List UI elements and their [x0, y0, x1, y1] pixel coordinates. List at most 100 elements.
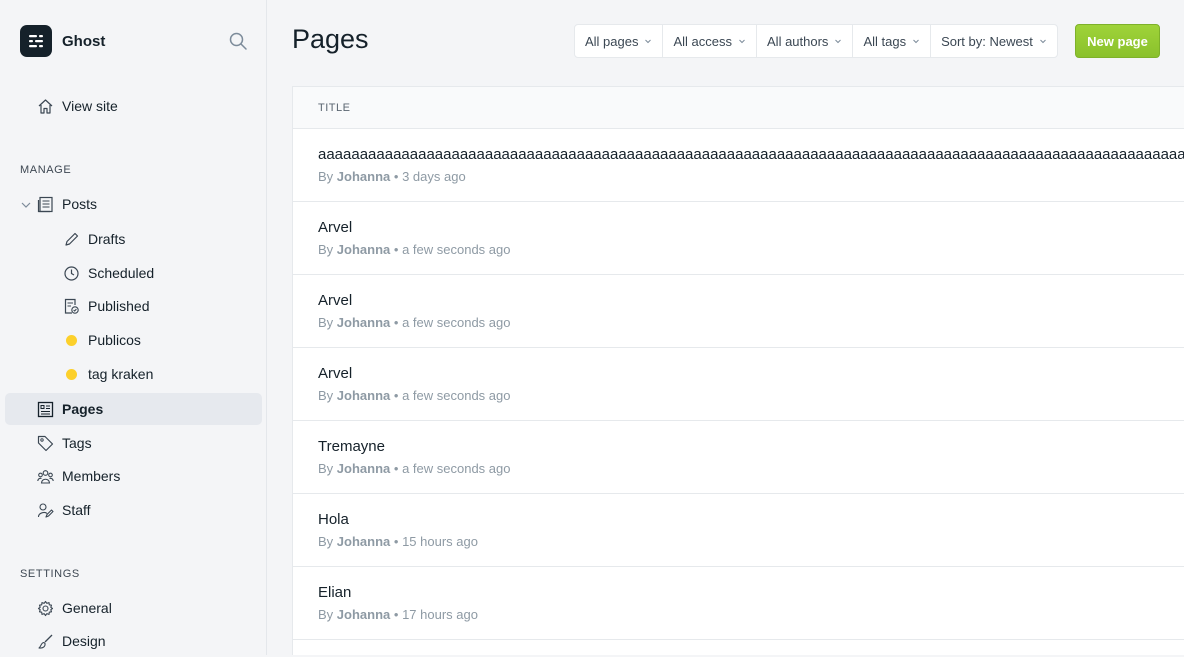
sidebar-item-view-site[interactable]: View site: [5, 90, 262, 122]
row-time: a few seconds ago: [402, 242, 511, 257]
table-row[interactable]: Arvel By Johanna • a few seconds ago: [293, 275, 1184, 348]
sidebar-item-label: View site: [62, 98, 118, 114]
sidebar-item-staff[interactable]: Staff: [5, 494, 262, 526]
row-title: Hola: [318, 511, 349, 528]
row-by-label: By: [318, 461, 334, 476]
row-meta: By Johanna • 17 hours ago: [318, 607, 1184, 622]
sort-dropdown[interactable]: Sort by: Newest: [931, 25, 1057, 57]
table-row[interactable]: aaaaaaaaaaaaaaaaaaaaaaaaaaaaaaaaaaaaaaaa…: [293, 129, 1184, 202]
row-time: 3 days ago: [402, 169, 466, 184]
sidebar-item-published[interactable]: Published: [5, 290, 262, 322]
filter-tags-dropdown[interactable]: All tags: [853, 25, 932, 57]
row-author: Johanna: [336, 607, 391, 622]
sidebar-item-members[interactable]: Members: [5, 460, 262, 492]
posts-icon: [36, 195, 54, 213]
new-page-button[interactable]: New page: [1075, 24, 1160, 58]
manage-section-label: MANAGE: [20, 164, 72, 176]
pencil-icon: [62, 230, 80, 248]
sidebar-item-label: Posts: [62, 196, 98, 212]
row-time: a few seconds ago: [402, 461, 511, 476]
row-separator: •: [393, 242, 399, 257]
brand[interactable]: Ghost: [20, 25, 105, 57]
pages-table: TITLE aaaaaaaaaaaaaaaaaaaaaaaaaaaaaaaaaa…: [292, 86, 1184, 655]
search-icon[interactable]: [228, 31, 248, 51]
sidebar-item-label: tag kraken: [88, 366, 154, 382]
chevron-down-icon: [645, 39, 652, 44]
filter-label: Sort by: Newest: [941, 33, 1033, 49]
table-header: TITLE: [293, 87, 1184, 129]
row-by-label: By: [318, 388, 334, 403]
sidebar-item-posts[interactable]: Posts: [5, 188, 262, 220]
filter-authors-dropdown[interactable]: All authors: [757, 25, 854, 57]
filter-pages-dropdown[interactable]: All pages: [575, 25, 664, 57]
row-by-label: By: [318, 315, 334, 330]
tag-dot-icon: [62, 365, 80, 383]
filter-label: All access: [673, 33, 733, 49]
sidebar-item-tags[interactable]: Tags: [5, 427, 262, 459]
row-title: Arvel: [318, 292, 353, 309]
filter-label: All tags: [863, 33, 907, 49]
row-author: Johanna: [336, 388, 391, 403]
row-separator: •: [393, 315, 399, 330]
sidebar-item-label: General: [62, 600, 112, 616]
table-row[interactable]: Elian By Johanna • 17 hours ago: [293, 567, 1184, 640]
filter-bar: All pages All access All authors All tag…: [574, 24, 1058, 58]
row-separator: •: [393, 607, 399, 622]
row-time: a few seconds ago: [402, 388, 511, 403]
row-separator: •: [393, 461, 399, 476]
sidebar-item-label: Members: [62, 468, 121, 484]
table-row[interactable]: Tremayne By Johanna • a few seconds ago: [293, 421, 1184, 494]
sidebar-item-label: Drafts: [88, 231, 126, 247]
chevron-down-icon: [913, 39, 919, 44]
row-title: Elian: [318, 584, 352, 601]
sidebar-item-label: Tags: [62, 435, 92, 451]
row-meta: By Johanna • a few seconds ago: [318, 242, 1184, 257]
sidebar-item-scheduled[interactable]: Scheduled: [5, 257, 262, 289]
sidebar-item-general[interactable]: General: [5, 592, 262, 624]
row-meta: By Johanna • 3 days ago: [318, 169, 1184, 184]
chevron-down-icon: [739, 39, 745, 44]
table-row[interactable]: Arvel By Johanna • a few seconds ago: [293, 348, 1184, 421]
table-row[interactable]: Arvel By Johanna • a few seconds ago: [293, 202, 1184, 275]
filter-label: All authors: [767, 33, 829, 49]
sidebar-item-label: Publicos: [88, 332, 141, 348]
clock-icon: [62, 264, 80, 282]
row-author: Johanna: [336, 169, 391, 184]
sidebar-item-pages[interactable]: Pages: [5, 393, 262, 425]
row-separator: •: [393, 169, 399, 184]
row-author: Johanna: [336, 315, 391, 330]
sidebar-item-design[interactable]: Design: [5, 625, 262, 657]
row-title: Tremayne: [318, 438, 385, 455]
row-time: 17 hours ago: [402, 607, 478, 622]
brand-name: Ghost: [62, 32, 106, 50]
row-author: Johanna: [336, 242, 391, 257]
sidebar-item-label: Published: [88, 298, 150, 314]
row-meta: By Johanna • 15 hours ago: [318, 534, 1184, 549]
gear-icon: [36, 599, 54, 617]
row-meta: By Johanna • a few seconds ago: [318, 315, 1184, 330]
row-by-label: By: [318, 607, 334, 622]
row-title: aaaaaaaaaaaaaaaaaaaaaaaaaaaaaaaaaaaaaaaa…: [318, 146, 1184, 163]
row-author: Johanna: [336, 534, 391, 549]
settings-section-label: SETTINGS: [20, 568, 80, 580]
tag-dot-icon: [62, 331, 80, 349]
row-by-label: By: [318, 169, 334, 184]
home-icon: [36, 97, 54, 115]
sidebar-item-label: Design: [62, 633, 106, 649]
row-time: a few seconds ago: [402, 315, 511, 330]
sidebar-item-publicos[interactable]: Publicos: [5, 324, 262, 356]
row-separator: •: [393, 534, 399, 549]
filter-access-dropdown[interactable]: All access: [663, 25, 758, 57]
staff-icon: [36, 501, 54, 519]
sidebar: Ghost View site MANAGE Posts Drafts Sche…: [0, 0, 267, 655]
sidebar-item-tag-kraken[interactable]: tag kraken: [5, 358, 262, 390]
row-meta: By Johanna • a few seconds ago: [318, 461, 1184, 476]
row-meta: By Johanna • a few seconds ago: [318, 388, 1184, 403]
members-icon: [36, 467, 54, 485]
sidebar-item-label: Staff: [62, 502, 91, 518]
brush-icon: [36, 632, 54, 650]
table-row[interactable]: Hola By Johanna • 15 hours ago: [293, 494, 1184, 567]
published-icon: [62, 297, 80, 315]
sidebar-item-drafts[interactable]: Drafts: [5, 223, 262, 255]
page-title: Pages: [292, 24, 369, 54]
